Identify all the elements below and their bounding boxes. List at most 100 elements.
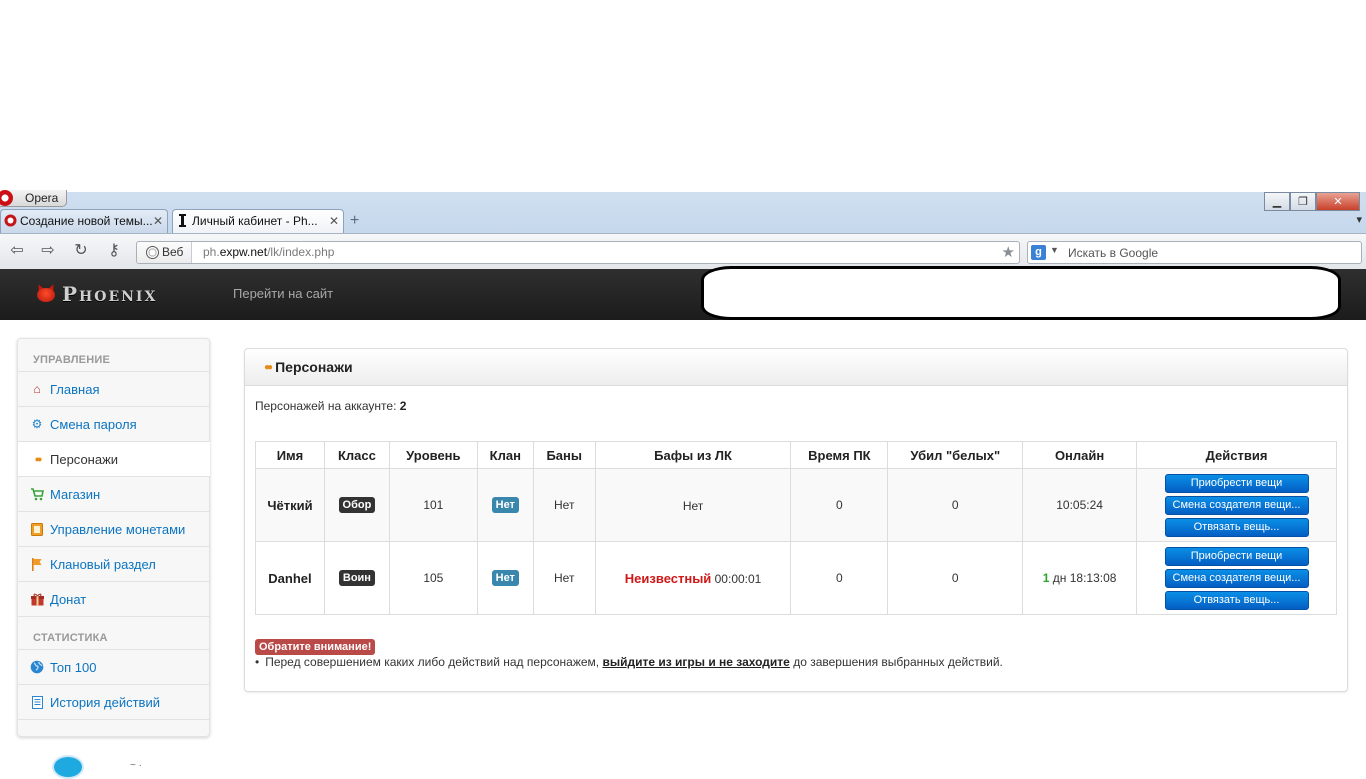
sidebar-item-coins[interactable]: Управление монетами bbox=[18, 511, 209, 546]
clan-badge: Нет bbox=[491, 570, 519, 586]
sidebar-item-label: Донат bbox=[50, 591, 87, 607]
sidebar-item-label: Клановый раздел bbox=[50, 556, 156, 572]
character-bans: Нет bbox=[532, 468, 596, 542]
sidebar-item-characters[interactable]: ●● Персонажи bbox=[18, 441, 210, 476]
characters-count-value: 2 bbox=[399, 399, 407, 413]
character-actions-cell: Приобрести вещи Смена создателя вещи... … bbox=[1136, 541, 1337, 615]
skype-icon[interactable] bbox=[52, 755, 84, 779]
characters-count-label: Персонажей на аккаунте: bbox=[255, 399, 400, 413]
gift-icon bbox=[30, 592, 44, 606]
characters-table: Имя Класс Уровень Клан Баны Бафы из ЛК В… bbox=[255, 441, 1337, 615]
cursor-tab-icon bbox=[179, 214, 186, 227]
web-badge-label: Веб bbox=[162, 245, 184, 259]
sidebar-item-action-history[interactable]: История действий bbox=[18, 684, 209, 719]
character-actions-cell: Приобрести вещи Смена создателя вещи... … bbox=[1136, 468, 1337, 542]
key-icon[interactable]: ⚷ bbox=[103, 242, 125, 260]
bookmark-star-icon[interactable]: ★ bbox=[1002, 243, 1015, 261]
nav-header-statistics: Статистика bbox=[33, 632, 108, 644]
minimize-icon: ▁ bbox=[1272, 196, 1282, 208]
sidebar-item-label: Главная bbox=[50, 381, 100, 397]
opera-logo-icon bbox=[0, 190, 13, 206]
sidebar-item-home[interactable]: ⌂ Главная bbox=[18, 371, 209, 406]
sidebar: Управление ⌂ Главная ⚙ Смена пароля ●● П… bbox=[17, 338, 210, 737]
sidebar-item-label: Топ 100 bbox=[50, 659, 97, 675]
search-engine-chevron-icon[interactable]: ▼ bbox=[1050, 245, 1059, 255]
notice: Обратите внимание! bbox=[255, 638, 376, 655]
restore-icon: ❐ bbox=[1298, 196, 1308, 208]
coin-icon bbox=[30, 522, 44, 536]
back-button[interactable]: ⇦ bbox=[6, 242, 28, 260]
column-header: Действия bbox=[1136, 441, 1337, 469]
sidebar-item-change-password[interactable]: ⚙ Смена пароля bbox=[18, 406, 209, 441]
opera-tab-icon bbox=[4, 214, 17, 227]
search-field[interactable]: g ▼ Искать в Google bbox=[1027, 241, 1362, 264]
column-header: Имя bbox=[255, 441, 325, 469]
document-icon bbox=[30, 695, 44, 709]
column-header: Убил "белых" bbox=[887, 441, 1024, 469]
buy-items-button[interactable]: Приобрести вещи bbox=[1164, 473, 1309, 493]
new-tab-button[interactable]: + bbox=[350, 212, 359, 230]
tab-personal-cabinet[interactable]: Личный кабинет - Ph... ✕ bbox=[172, 209, 344, 234]
opera-menu-button[interactable]: Opera bbox=[0, 190, 68, 207]
buff-time: 00:00:01 bbox=[711, 571, 762, 586]
sidebar-item-donate[interactable]: Донат bbox=[18, 581, 209, 616]
forward-button[interactable]: ⇨ bbox=[37, 242, 59, 260]
column-header: Класс bbox=[323, 441, 390, 469]
users-icon: ●● bbox=[34, 454, 43, 464]
sidebar-item-label: Смена пароля bbox=[50, 416, 137, 432]
close-icon: ✕ bbox=[1333, 196, 1343, 208]
column-header: Бафы из ЛК bbox=[594, 441, 792, 469]
character-level: 101 bbox=[388, 468, 478, 542]
cart-icon bbox=[30, 487, 44, 501]
character-killed-white: 0 bbox=[887, 541, 1024, 615]
character-name: Чёткий bbox=[255, 468, 325, 542]
web-badge[interactable]: Веб bbox=[137, 242, 193, 263]
browser-toolbar: ⇦ ⇨ ↻ ⚷ Веб ph.expw.net/lk/index.php ★ g… bbox=[0, 233, 1366, 269]
table-row: Чёткий Обор 101 Нет Нет Нет 0 0 10:05:24… bbox=[255, 468, 1337, 542]
sidebar-item-shop[interactable]: Магазин bbox=[18, 476, 209, 511]
google-icon[interactable]: g bbox=[1031, 245, 1046, 260]
buff-time: Нет bbox=[682, 498, 704, 513]
site-logo[interactable]: Phoenix bbox=[35, 282, 158, 306]
character-online-cell: 10:05:24 bbox=[1022, 468, 1138, 542]
clan-badge: Нет bbox=[491, 497, 519, 513]
sidebar-item-top100[interactable]: Топ 100 bbox=[18, 649, 209, 684]
buy-items-button[interactable]: Приобрести вещи bbox=[1164, 546, 1309, 566]
buff-name: Неизвестный bbox=[624, 570, 712, 586]
tab-title: Создание новой темы... bbox=[20, 214, 153, 228]
unbind-item-button[interactable]: Отвязать вещь... bbox=[1164, 517, 1309, 537]
address-bar[interactable]: Веб ph.expw.net/lk/index.php ★ bbox=[136, 241, 1020, 264]
opera-menu-label: Opera bbox=[25, 191, 59, 205]
users-icon: ●● bbox=[264, 361, 273, 373]
tab-close-icon[interactable]: ✕ bbox=[153, 210, 163, 232]
table-header-row: Имя Класс Уровень Клан Баны Бафы из ЛК В… bbox=[255, 441, 1337, 469]
tab-close-icon[interactable]: ✕ bbox=[329, 210, 339, 232]
online-time: 10:05:24 bbox=[1056, 498, 1103, 512]
character-class-cell: Обор bbox=[323, 468, 390, 542]
notice-text-before: Перед совершением каких либо действий на… bbox=[265, 655, 603, 669]
online-time: дн 18:13:08 bbox=[1049, 571, 1117, 585]
tab-menu-chevron-icon[interactable]: ▾ bbox=[1356, 213, 1362, 226]
notice-text-after: до завершения выбранных действий. bbox=[789, 655, 1003, 669]
skype-status-icon: ~ · bbox=[130, 760, 142, 771]
characters-count: Персонажей на аккаунте: 2 bbox=[255, 399, 406, 413]
globe-icon bbox=[146, 246, 159, 259]
column-header: Уровень bbox=[388, 441, 478, 469]
tab-new-topic[interactable]: Создание новой темы... ✕ bbox=[0, 209, 168, 233]
change-creator-button[interactable]: Смена создателя вещи... bbox=[1164, 495, 1309, 515]
logo-text: Phoenix bbox=[62, 282, 158, 306]
reload-button[interactable]: ↻ bbox=[70, 242, 92, 260]
address-url[interactable]: ph.expw.net/lk/index.php bbox=[203, 245, 334, 259]
sidebar-item-clan[interactable]: Клановый раздел bbox=[18, 546, 209, 581]
column-header: Онлайн bbox=[1022, 441, 1138, 469]
class-badge: Обор bbox=[338, 497, 376, 513]
character-pk-time: 0 bbox=[790, 541, 889, 615]
character-killed-white: 0 bbox=[887, 468, 1024, 542]
change-creator-button[interactable]: Смена создателя вещи... bbox=[1164, 568, 1309, 588]
goto-site-link[interactable]: Перейти на сайт bbox=[233, 286, 333, 301]
sidebar-item-label: Персонажи bbox=[50, 451, 119, 467]
characters-panel: ●● Персонажи Персонажей на аккаунте: 2 И… bbox=[244, 348, 1348, 692]
notice-text-bold: выйдите из игры и не заходите bbox=[602, 655, 790, 669]
unbind-item-button[interactable]: Отвязать вещь... bbox=[1164, 590, 1309, 610]
url-domain: expw.net bbox=[219, 245, 268, 259]
